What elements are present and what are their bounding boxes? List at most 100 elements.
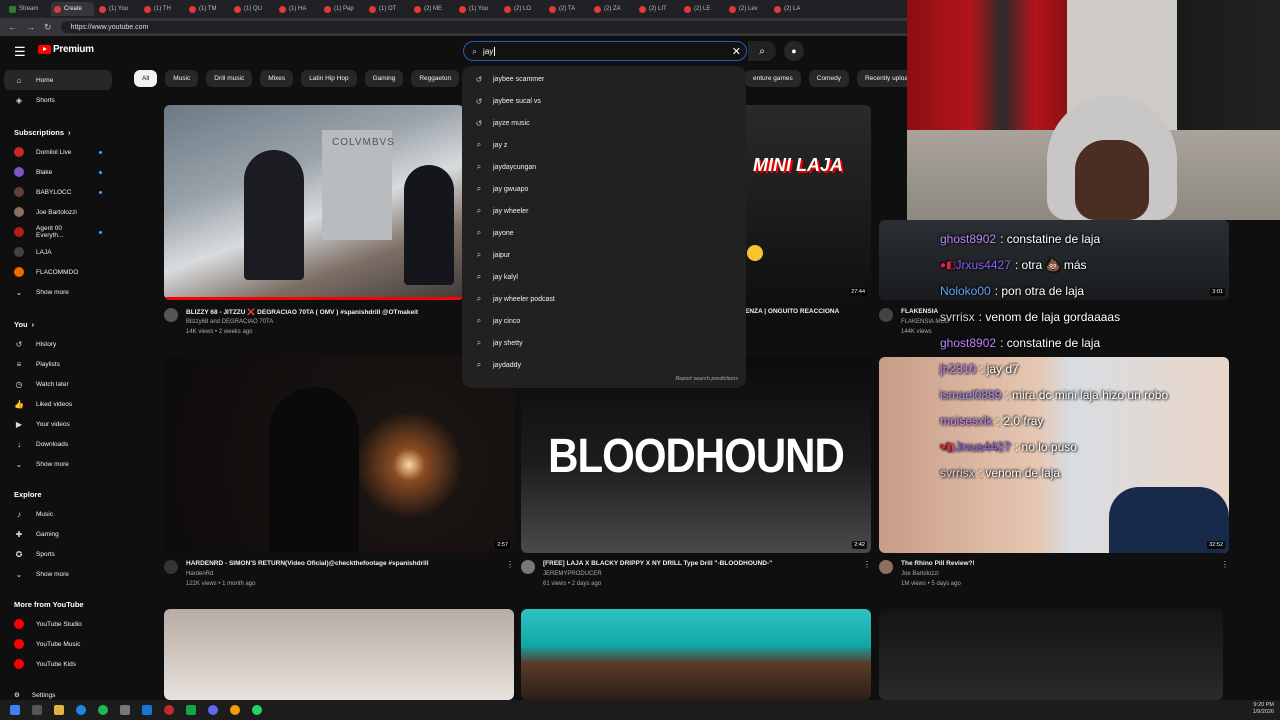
browser-tab[interactable]: (2) LE <box>681 2 724 16</box>
file-explorer-icon[interactable] <box>54 705 64 715</box>
filter-chip[interactable]: enture games <box>745 70 801 87</box>
video-thumbnail[interactable]: COLVMBVS <box>164 105 464 300</box>
video-thumbnail[interactable]: MINI LAJA 27:44 <box>745 105 871 300</box>
filter-chip[interactable]: Latin Hip Hop <box>301 70 357 87</box>
filter-chip[interactable]: Drill music <box>206 70 253 87</box>
sidebar-item-you[interactable]: ▶ Your videos <box>0 414 120 434</box>
channel-avatar[interactable] <box>164 308 178 322</box>
suggestion-item[interactable]: ⌕ jay wheeler podcast <box>462 288 746 310</box>
chat-username[interactable]: Noloko00 <box>940 284 991 298</box>
sidebar-item-you[interactable]: 👍 Liked videos <box>0 394 120 414</box>
start-icon[interactable] <box>10 705 20 715</box>
desktop-icon[interactable] <box>32 705 42 715</box>
suggestion-item[interactable]: ⌕ jay shetty <box>462 332 746 354</box>
reload-icon[interactable]: ↻ <box>44 22 52 33</box>
report-predictions-link[interactable]: Report search predictions <box>675 376 738 382</box>
channel-name[interactable]: JEREMYPRODUCER <box>543 571 602 577</box>
search-button[interactable]: ⌕ <box>748 41 776 61</box>
more-options-icon[interactable]: ⋮ <box>506 560 514 569</box>
pen-icon[interactable] <box>120 705 130 715</box>
youtube-logo[interactable]: Premium <box>38 44 94 55</box>
browser-icon[interactable] <box>76 705 86 715</box>
browser-tab[interactable]: (2) Lev <box>726 2 769 16</box>
whatsapp-icon[interactable] <box>252 705 262 715</box>
video-thumbnail[interactable] <box>879 609 1223 700</box>
browser-tab[interactable]: (2) ME <box>411 2 454 16</box>
video-title[interactable]: ENZA | ONGUITO REACCIONA <box>745 308 839 315</box>
suggestion-item[interactable]: ↺ jayze music <box>462 112 746 134</box>
channel-name[interactable]: HardenRd <box>186 571 213 577</box>
channel-name[interactable]: Joe Bartolozzi <box>901 571 939 577</box>
chat-username[interactable]: moisesxlk <box>940 414 993 428</box>
suggestion-item[interactable]: ⌕ jay kalyl <box>462 266 746 288</box>
sidebar-item-more[interactable]: YouTube Music <box>0 634 120 654</box>
sidebar-item-more[interactable]: YouTube Studio <box>0 614 120 634</box>
browser-tab[interactable]: (1) QU <box>231 2 274 16</box>
suggestion-item[interactable]: ⌕ jay z <box>462 134 746 156</box>
search-input[interactable]: ⌕ jay ✕ <box>463 41 747 61</box>
filter-chip[interactable]: Comedy <box>808 70 849 87</box>
filter-chip[interactable]: All <box>134 70 158 87</box>
sidebar-item-home[interactable]: ⌂ Home <box>4 70 112 90</box>
back-icon[interactable]: ← <box>8 22 17 32</box>
browser-tab[interactable]: Stream <box>6 2 49 16</box>
filter-chip[interactable]: Reggaeton <box>411 70 460 87</box>
suggestion-item[interactable]: ⌕ jay gwuapo <box>462 178 746 200</box>
suggestion-item[interactable]: ↺ jaybee sucal vs <box>462 90 746 112</box>
browser-tab[interactable]: (1) You <box>96 2 139 16</box>
subscription-item[interactable]: LAJA <box>0 242 120 262</box>
subscription-item[interactable]: Agent 00 Everyth... <box>0 222 120 242</box>
chrome-icon[interactable] <box>230 705 240 715</box>
channel-avatar[interactable] <box>879 308 893 322</box>
browser-tab[interactable]: (2) TA <box>546 2 589 16</box>
sidebar-item-you[interactable]: ↓ Downloads <box>0 434 120 454</box>
chat-username[interactable]: ghost8902 <box>940 336 996 350</box>
sidebar-item-explore[interactable]: ✪ Sports <box>0 544 120 564</box>
sidebar-item-you[interactable]: ↺ History <box>0 334 120 354</box>
suggestion-item[interactable]: ⌕ jay cinco <box>462 310 746 332</box>
browser-tab[interactable]: Create <box>51 2 94 16</box>
chat-username[interactable]: ismael0889 <box>940 388 1001 402</box>
subscription-item[interactable]: Domilol Live <box>0 142 120 162</box>
video-thumbnail[interactable]: 2:57 <box>164 357 514 553</box>
video-title[interactable]: The Rhino Pill Review?! <box>901 560 975 567</box>
browser-tab[interactable]: (2) LA <box>771 2 814 16</box>
browser-tab[interactable]: (1) HA <box>276 2 319 16</box>
channel-avatar[interactable] <box>521 560 535 574</box>
browser-tab[interactable]: (2) LO <box>501 2 544 16</box>
video-title[interactable]: [FREE] LAJA X BLACKY DRIPPY X NY DRILL T… <box>543 560 772 567</box>
browser-tab[interactable]: (1) You <box>456 2 499 16</box>
show-more-button[interactable]: ⌄ Show more <box>0 282 120 302</box>
url-field[interactable]: https://www.youtube.com <box>60 21 941 33</box>
more-options-icon[interactable]: ⋮ <box>1221 560 1229 569</box>
browser-tab[interactable]: (1) Pap <box>321 2 364 16</box>
channel-avatar[interactable] <box>164 560 178 574</box>
subscription-item[interactable]: Blake <box>0 162 120 182</box>
suggestion-item[interactable]: ⌕ jayone <box>462 222 746 244</box>
suggestion-item[interactable]: ⌕ jaydaddy <box>462 354 746 376</box>
subscription-item[interactable]: BABYLOCC <box>0 182 120 202</box>
video-title[interactable]: HARDENRD - SIMON'S RETURN(Video Oficial)… <box>186 560 429 567</box>
voice-search-button[interactable]: ● <box>784 41 804 61</box>
spotify-icon[interactable] <box>98 705 108 715</box>
suggestion-item[interactable]: ⌕ jaydaycungan <box>462 156 746 178</box>
channel-avatar[interactable] <box>879 560 893 574</box>
subscription-item[interactable]: FLACOMMDO <box>0 262 120 282</box>
clear-search-icon[interactable]: ✕ <box>732 45 741 58</box>
browser-tab[interactable]: (1) TM <box>186 2 229 16</box>
kick-icon[interactable] <box>186 705 196 715</box>
subscription-item[interactable]: Joe Bartolozzi <box>0 202 120 222</box>
video-title[interactable]: BLIZZY 68 - JITZZU ❌ DEGRACIAO 70TA ( OM… <box>186 308 418 316</box>
filter-chip[interactable]: Mixes <box>260 70 294 87</box>
browser-tab[interactable]: (1) OT <box>366 2 409 16</box>
subscriptions-heading[interactable]: Subscriptions › <box>0 122 120 142</box>
sidebar-item-explore[interactable]: ⌄ Show more <box>0 564 120 584</box>
discord-icon[interactable] <box>208 705 218 715</box>
chat-username[interactable]: Jrxus4427 <box>956 440 1011 454</box>
system-clock[interactable]: 9:20 PM 1/9/2026 <box>1253 702 1274 716</box>
sidebar-item-explore[interactable]: ✚ Gaming <box>0 524 120 544</box>
forward-icon[interactable]: → <box>26 22 35 32</box>
browser-tab[interactable]: (1) TH <box>141 2 184 16</box>
sidebar-item-you[interactable]: ⌄ Show more <box>0 454 120 474</box>
suggestion-item[interactable]: ⌕ jaipur <box>462 244 746 266</box>
